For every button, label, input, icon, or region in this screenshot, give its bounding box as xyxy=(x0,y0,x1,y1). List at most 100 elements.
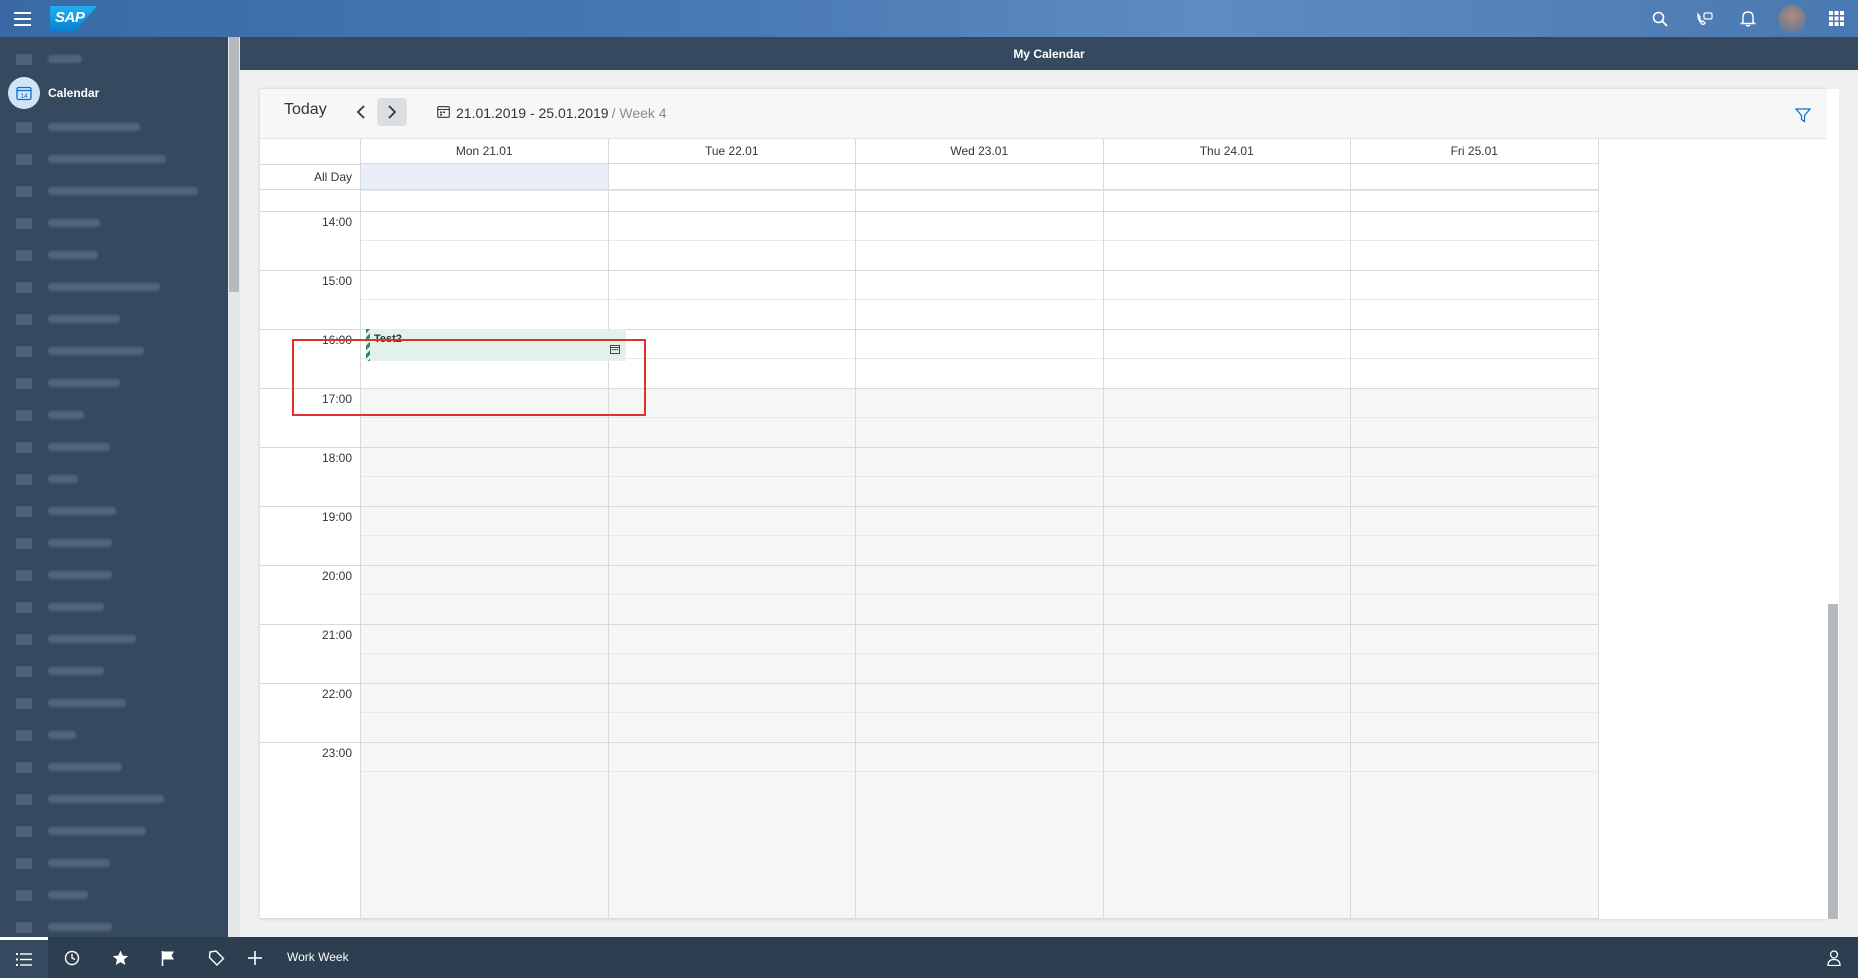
list-tab[interactable] xyxy=(0,937,48,978)
time-label: 14:00 xyxy=(321,215,352,229)
menu-icon[interactable] xyxy=(0,0,44,37)
calendar-card: Today 21.01.2019 - 25.01.2019 / Week 4 A… xyxy=(260,89,1827,919)
nav-item[interactable] xyxy=(0,719,228,751)
plus-icon xyxy=(248,950,262,965)
nav-item[interactable] xyxy=(0,431,228,463)
user-button[interactable] xyxy=(1818,937,1850,978)
nav-item[interactable] xyxy=(0,591,228,623)
nav-item[interactable] xyxy=(0,527,228,559)
all-day-cell[interactable] xyxy=(607,164,855,190)
hour-line xyxy=(260,683,1598,684)
nav-item[interactable] xyxy=(0,399,228,431)
hour-line xyxy=(260,447,1598,448)
avatar[interactable] xyxy=(1770,0,1814,37)
grid-line xyxy=(260,918,1598,919)
half-hour-line xyxy=(360,417,1598,418)
flags-tab[interactable] xyxy=(144,937,192,978)
chevron-left-icon xyxy=(356,105,365,119)
nav-item[interactable] xyxy=(0,143,228,175)
all-day-cell[interactable] xyxy=(1350,164,1598,190)
half-hour-line xyxy=(360,653,1598,654)
nav-item[interactable] xyxy=(0,207,228,239)
bell-icon[interactable] xyxy=(1726,0,1770,37)
time-label: 18:00 xyxy=(321,451,352,465)
page-title-bar: My Calendar xyxy=(240,37,1858,70)
day-header[interactable]: Tue 22.01 xyxy=(607,139,855,164)
filter-icon xyxy=(1795,108,1811,123)
next-week-button[interactable] xyxy=(377,98,407,126)
tag-icon xyxy=(208,949,224,966)
nav-item[interactable] xyxy=(0,687,228,719)
day-column-line xyxy=(1597,139,1599,919)
day-header[interactable]: Thu 24.01 xyxy=(1102,139,1350,164)
nav-item-icon xyxy=(16,53,32,65)
nav-item[interactable] xyxy=(0,623,228,655)
bottom-bar: Work Week xyxy=(0,937,1858,978)
nav-item[interactable] xyxy=(0,303,228,335)
all-day-label: All Day xyxy=(260,164,360,190)
appointment[interactable]: Test2 xyxy=(366,329,626,361)
nav-item[interactable] xyxy=(0,463,228,495)
all-day-cell[interactable] xyxy=(855,164,1103,190)
search-icon[interactable] xyxy=(1638,0,1682,37)
chevron-right-icon xyxy=(388,105,397,119)
star-icon xyxy=(112,950,128,965)
add-button[interactable] xyxy=(248,937,262,978)
calendar-scrollbar-thumb[interactable] xyxy=(1828,604,1838,919)
all-day-cell[interactable] xyxy=(360,164,608,190)
nav-item[interactable] xyxy=(0,239,228,271)
tags-tab[interactable] xyxy=(192,937,240,978)
nav-item[interactable] xyxy=(0,335,228,367)
nav-scrollbar[interactable] xyxy=(228,37,240,937)
nav-scrollbar-thumb[interactable] xyxy=(229,37,239,292)
time-label: 16:00 xyxy=(321,333,352,347)
day-header[interactable]: Fri 25.01 xyxy=(1350,139,1598,164)
previous-week-button[interactable] xyxy=(346,98,376,126)
nav-item[interactable] xyxy=(0,111,228,143)
calendar-scrollbar[interactable] xyxy=(1827,89,1839,919)
nav-item[interactable] xyxy=(0,271,228,303)
all-day-cell[interactable] xyxy=(1102,164,1350,190)
recent-tab[interactable] xyxy=(48,937,96,978)
time-label: 22:00 xyxy=(321,687,352,701)
app-grid-icon[interactable] xyxy=(1814,0,1858,37)
shell-header: SAP xyxy=(0,0,1858,37)
calendar-grid: All Day Mon 21.01 Tue 22.01 Wed 23.01 Thu 2… xyxy=(260,139,1827,919)
nav-item-calendar[interactable]: 14 Calendar xyxy=(0,75,228,111)
nav-item[interactable] xyxy=(0,175,228,207)
day-header[interactable]: Wed 23.01 xyxy=(855,139,1103,164)
day-column-line xyxy=(1102,139,1104,919)
nav-item[interactable] xyxy=(0,367,228,399)
week-label: / Week 4 xyxy=(611,105,667,121)
time-label: 21:00 xyxy=(321,628,352,642)
half-hour-line xyxy=(360,299,1598,300)
nav-item[interactable] xyxy=(0,911,228,937)
calendar-icon: 14 xyxy=(8,77,40,109)
nav-item[interactable] xyxy=(0,847,228,879)
half-hour-line xyxy=(360,712,1598,713)
favorites-tab[interactable] xyxy=(96,937,144,978)
nav-label-calendar: Calendar xyxy=(48,86,100,100)
nav-item[interactable] xyxy=(0,655,228,687)
nav-item[interactable] xyxy=(0,43,228,75)
nav-item[interactable] xyxy=(0,783,228,815)
day-column-line xyxy=(360,139,361,919)
page-title: My Calendar xyxy=(1013,46,1085,61)
day-header[interactable]: Mon 21.01 xyxy=(360,139,608,164)
nav-item[interactable] xyxy=(0,559,228,591)
hour-line xyxy=(260,388,1598,389)
time-label: 19:00 xyxy=(321,510,352,524)
hour-line xyxy=(260,211,1598,212)
filter-button[interactable] xyxy=(1789,101,1817,129)
nav-item[interactable] xyxy=(0,495,228,527)
time-label: 17:00 xyxy=(321,392,352,406)
today-button[interactable]: Today xyxy=(284,101,327,119)
nav-item[interactable] xyxy=(0,751,228,783)
nav-item[interactable] xyxy=(0,879,228,911)
hour-line xyxy=(260,565,1598,566)
nav-item[interactable] xyxy=(0,815,228,847)
date-range-picker[interactable]: 21.01.2019 - 25.01.2019 / Week 4 xyxy=(437,105,667,121)
view-label[interactable]: Work Week xyxy=(287,950,349,964)
phone-chat-icon[interactable] xyxy=(1682,0,1726,37)
half-hour-line xyxy=(360,476,1598,477)
